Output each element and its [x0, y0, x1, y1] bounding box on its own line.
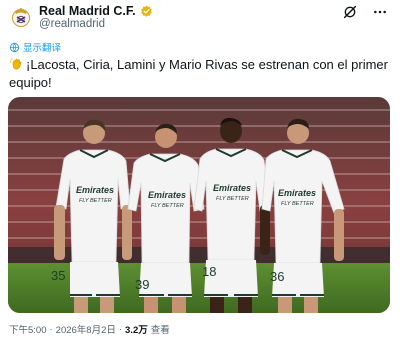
meta-separator: ·: [49, 323, 53, 335]
svg-text:Emirates: Emirates: [213, 183, 251, 193]
show-translation-label: 显示翻译: [23, 43, 62, 54]
shirt-sponsor-text: Emirates: [76, 185, 114, 195]
tweet-body-text: ¡Lacosta, Ciria, Lamini y Mario Rivas se…: [9, 57, 388, 90]
tweet-header: Real Madrid C.F. @realmadrid: [0, 0, 400, 34]
waving-hand-emoji: [9, 57, 22, 70]
translate-icon: [9, 42, 20, 52]
verified-badge-icon: [140, 5, 152, 17]
player-number: 36: [270, 269, 284, 284]
shirt-sponsor-subtext: FLY BETTER: [79, 198, 112, 204]
tweet-time[interactable]: 下午5:00: [9, 322, 47, 336]
svg-text:Emirates: Emirates: [148, 190, 186, 200]
tweet-date[interactable]: 2026年8月2日: [56, 322, 116, 336]
tweet-text: ¡Lacosta, Ciria, Lamini y Mario Rivas se…: [9, 56, 389, 92]
show-translation-link[interactable]: 显示翻译: [9, 40, 61, 54]
views-label: 查看: [150, 325, 170, 336]
more-options-icon[interactable]: [372, 4, 388, 20]
account-handle[interactable]: @realmadrid: [39, 18, 105, 30]
svg-text:Emirates: Emirates: [278, 188, 316, 198]
real-madrid-crest-icon[interactable]: [10, 6, 32, 28]
player-number: 18: [202, 264, 216, 279]
player-number: 39: [135, 277, 149, 292]
views-count: 3.2万: [125, 325, 148, 336]
account-display-name[interactable]: Real Madrid C.F.: [39, 4, 136, 18]
svg-text:FLY BETTER: FLY BETTER: [216, 196, 249, 202]
svg-text:FLY BETTER: FLY BETTER: [281, 201, 314, 207]
tweet-photo[interactable]: Emirates FLY BETTER 35 Emirates FLY BETT…: [8, 97, 390, 313]
tweet-meta: 下午5:00 · 2026年8月2日 · 3.2万 查看: [9, 322, 170, 337]
meta-separator: ·: [118, 323, 123, 335]
grok-icon[interactable]: [342, 4, 358, 20]
player-number: 35: [51, 268, 65, 283]
svg-text:FLY BETTER: FLY BETTER: [151, 203, 184, 209]
photo-players-image: Emirates FLY BETTER 35 Emirates FLY BETT…: [8, 97, 390, 313]
